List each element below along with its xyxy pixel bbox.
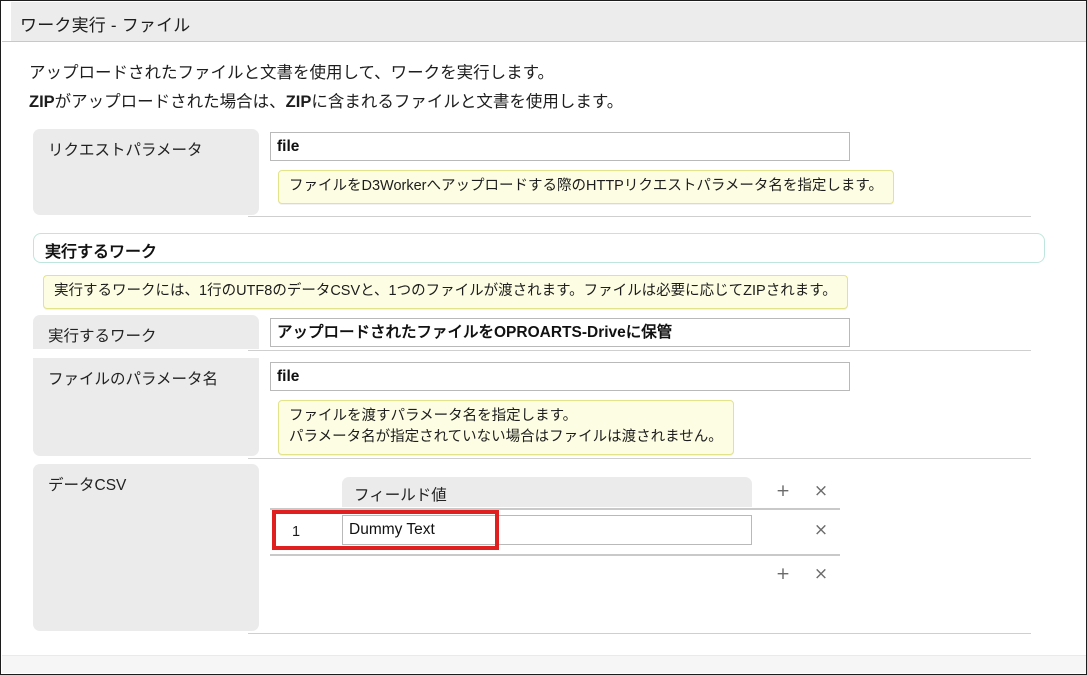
section-hint: 実行するワークには、1行のUTF8のデータCSVと、1つのファイルが渡されます。…	[43, 275, 848, 309]
csv-cell-field-value-input[interactable]: Dummy Text	[342, 515, 752, 545]
form-content: アップロードされたファイルと文書を使用して、ワークを実行します。 ZIPがアップ…	[11, 43, 1077, 633]
request-parameter-row: リクエストパラメータ file ファイルをD3Workerへアップロードする際の…	[33, 129, 1053, 215]
csv-header-add-column-icon[interactable]: +	[774, 483, 792, 501]
window-footer-strip	[2, 655, 1086, 673]
request-parameter-label: リクエストパラメータ	[33, 129, 259, 215]
csv-separator-bottom	[270, 554, 840, 556]
execute-work-row: 実行するワーク アップロードされたファイルをOPROARTS-Driveに保管	[33, 315, 1053, 349]
file-parameter-row: ファイルのパラメータ名 file ファイルを渡すパラメータ名を指定します。 パラ…	[33, 358, 1053, 456]
csv-column-header-field-value: フィールド値	[342, 477, 752, 507]
request-parameter-input[interactable]: file	[270, 132, 850, 161]
file-parameter-hint-line-1: ファイルを渡すパラメータ名を指定します。	[289, 406, 723, 427]
intro-zip-1: ZIP	[29, 93, 55, 111]
execute-work-input[interactable]: アップロードされたファイルをOPROARTS-Driveに保管	[270, 318, 850, 347]
section-header-execute-work: 実行するワーク	[33, 233, 1045, 263]
work-execution-file-window: ワーク実行 - ファイル アップロードされたファイルと文書を使用して、ワークを実…	[0, 0, 1087, 675]
left-gutter	[2, 42, 11, 655]
file-parameter-body: file ファイルを渡すパラメータ名を指定します。 パラメータ名が指定されていな…	[270, 358, 850, 455]
csv-row-number: 1	[292, 524, 300, 540]
data-csv-table: フィールド値 + × 1 Dummy Text × + ×	[270, 464, 890, 631]
data-csv-label: データCSV	[33, 464, 259, 631]
file-parameter-label: ファイルのパラメータ名	[33, 358, 259, 456]
row-divider-1	[248, 216, 1031, 217]
file-parameter-hint: ファイルを渡すパラメータ名を指定します。 パラメータ名が指定されていない場合はフ…	[278, 400, 734, 455]
intro-text: アップロードされたファイルと文書を使用して、ワークを実行します。 ZIPがアップ…	[29, 59, 623, 117]
intro-line-2-mid: がアップロードされた場合は、	[55, 93, 286, 111]
csv-separator-top	[270, 508, 840, 510]
request-parameter-body: file ファイルをD3Workerへアップロードする際のHTTPリクエストパラ…	[270, 129, 894, 204]
csv-row-remove-icon[interactable]: ×	[812, 522, 830, 540]
row-divider-2	[248, 350, 1031, 351]
intro-line-1: アップロードされたファイルと文書を使用して、ワークを実行します。	[29, 59, 623, 88]
window-title-bar: ワーク実行 - ファイル	[2, 2, 1086, 42]
intro-line-2-suffix: に含まれるファイルと文書を使用します。	[311, 93, 623, 111]
execute-work-body: アップロードされたファイルをOPROARTS-Driveに保管	[270, 315, 850, 347]
csv-remove-row-icon[interactable]: ×	[812, 566, 830, 584]
data-csv-row: データCSV フィールド値 + × 1 Dummy Text × + ×	[33, 464, 1053, 631]
title-bar-left-gutter	[2, 2, 11, 41]
csv-header-remove-column-icon[interactable]: ×	[812, 483, 830, 501]
intro-line-2: ZIPがアップロードされた場合は、ZIPに含まれるファイルと文書を使用します。	[29, 88, 623, 117]
csv-add-row-icon[interactable]: +	[774, 566, 792, 584]
row-divider-3	[248, 458, 1031, 459]
execute-work-label: 実行するワーク	[33, 315, 259, 349]
window-title: ワーク実行 - ファイル	[20, 11, 191, 36]
file-parameter-input[interactable]: file	[270, 362, 850, 391]
request-parameter-hint: ファイルをD3Workerへアップロードする際のHTTPリクエストパラメータ名を…	[278, 170, 894, 204]
file-parameter-hint-line-2: パラメータ名が指定されていない場合はファイルは渡されません。	[289, 427, 723, 448]
intro-zip-2: ZIP	[286, 93, 312, 111]
row-divider-4	[248, 633, 1031, 634]
